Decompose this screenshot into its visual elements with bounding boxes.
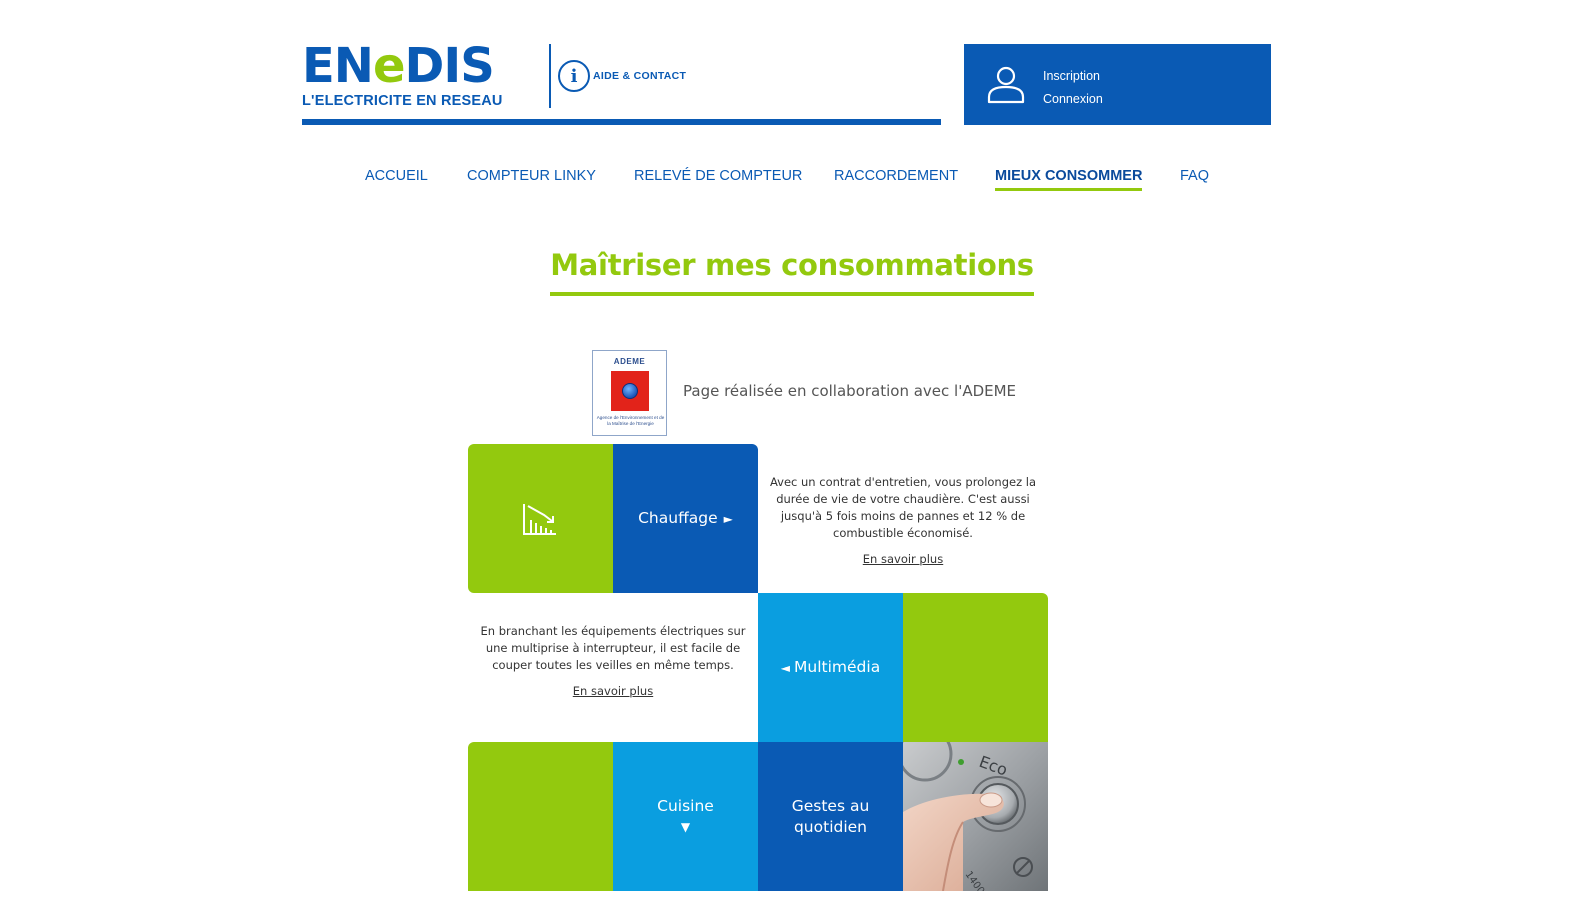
chauffage-more-link[interactable]: En savoir plus [863,551,943,568]
chauffage-info: Avec un contrat d'entretien, vous prolon… [758,474,1048,568]
chauffage-icon-tile[interactable] [468,444,613,593]
user-icon [987,66,1025,104]
nav-item-faq[interactable]: FAQ [1180,166,1209,186]
header-divider [549,44,551,108]
cuisine-color-tile[interactable] [468,742,613,891]
multimedia-description: En branchant les équipements électriques… [480,624,746,672]
chauffage-tile[interactable]: Chauffage ► [613,444,758,593]
logo-wordmark: ENeDIS [302,38,495,94]
account-panel: Inscription Connexion [964,44,1271,125]
multimedia-color-tile[interactable] [903,593,1048,742]
chauffage-tile-label: Chauffage ► [613,444,758,593]
nav-item-compteur-linky[interactable]: COMPTEUR LINKY [467,166,596,186]
logo-tagline: L'ELECTRICITE EN RESEAU [302,93,503,109]
cuisine-label: Cuisine [657,796,714,815]
nav-item-raccordement[interactable]: RACCORDEMENT [834,166,958,186]
enedis-logo[interactable]: ENeDIS L'ELECTRICITE EN RESEAU [302,42,512,114]
partner-text: Page réalisée en collaboration avec l'AD… [683,382,1017,400]
arrow-down-icon: ▼ [680,819,691,834]
gestes-label-line2: quotidien [793,817,868,836]
connexion-link[interactable]: Connexion [1043,88,1103,111]
inscription-link[interactable]: Inscription [1043,65,1103,88]
nav-item-releve-compteur[interactable]: RELEVÉ DE COMPTEUR [634,166,802,186]
gestes-tile-label: Gestes au quotidien [758,742,903,891]
ademe-logo-caption: Agence de l'Environnement et de la Maîtr… [596,415,665,426]
ademe-logo: ADEME Agence de l'Environnement et de la… [592,350,667,436]
multimedia-more-link[interactable]: En savoir plus [573,683,653,700]
globe-icon [622,383,638,399]
cuisine-tile[interactable]: Cuisine ▼ [613,742,758,891]
ademe-red-square [611,371,649,411]
multimedia-tile-label: ◄ Multimédia [758,593,903,742]
chart-down-icon [523,504,556,535]
eco-button-photo-image: Eco 1400 [903,742,1048,891]
gestes-label-line1: Gestes au [791,796,870,815]
gestes-tile[interactable]: Gestes au quotidien [758,742,903,891]
page-title-wrap: Maîtriser mes consommations [0,248,1584,296]
main-nav: ACCUEIL COMPTEUR LINKY RELEVÉ DE COMPTEU… [0,166,1584,196]
chauffage-description: Avec un contrat d'entretien, vous prolon… [769,475,1037,540]
help-contact-label: AIDE & CONTACT [593,70,687,82]
ademe-logo-name: ADEME [613,357,646,366]
multimedia-info: En branchant les équipements électriques… [468,623,758,700]
chauffage-label: Chauffage [638,508,718,527]
arrow-left-icon: ◄ [780,660,791,675]
page-title: Maîtriser mes consommations [550,248,1034,296]
cuisine-tile-label: Cuisine ▼ [613,742,758,891]
arrow-right-icon: ► [723,511,733,526]
help-contact-link[interactable]: i AIDE & CONTACT [558,60,686,92]
info-icon: i [558,60,590,92]
eco-button-photo[interactable]: Eco 1400 [903,742,1048,891]
multimedia-label: Multimédia [794,657,881,676]
nav-item-mieux-consommer[interactable]: MIEUX CONSOMMER [995,166,1143,191]
header-underline [302,119,941,125]
nav-item-accueil[interactable]: ACCUEIL [365,166,428,186]
multimedia-tile[interactable]: ◄ Multimédia [758,593,903,742]
